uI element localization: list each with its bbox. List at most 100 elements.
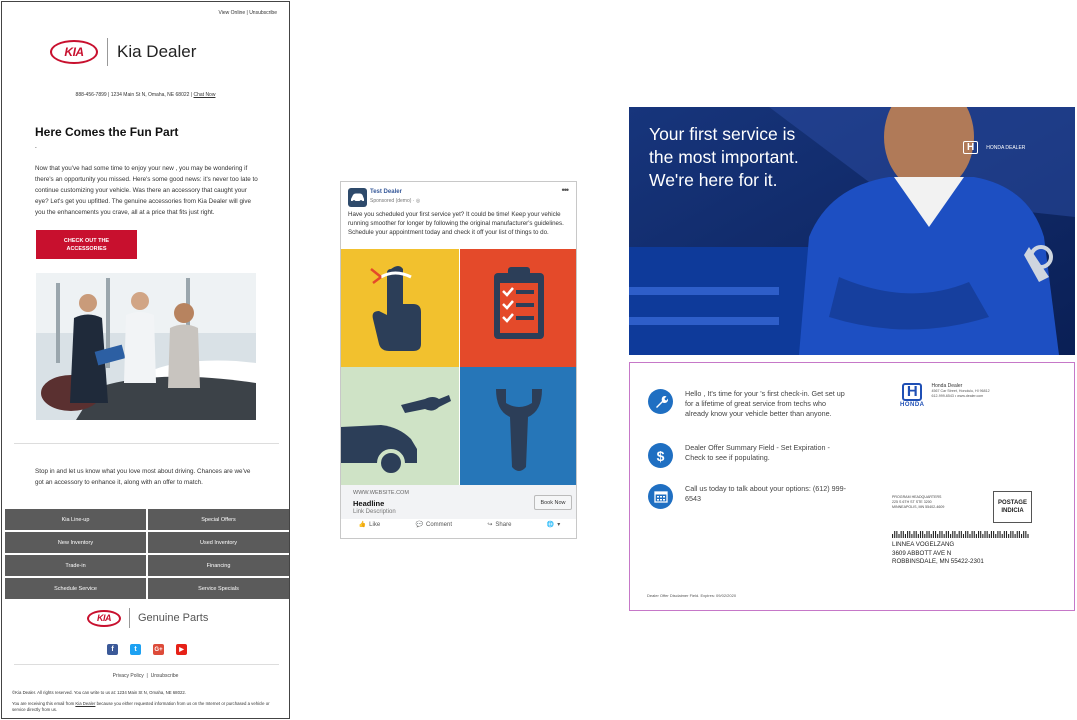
oil-car-tile	[341, 367, 459, 485]
nav-used-inventory[interactable]: Used Inventory	[148, 532, 289, 553]
genuine-parts-label: Genuine Parts	[138, 612, 209, 624]
nav-service-specials[interactable]: Service Specials	[148, 578, 289, 599]
globe-icon: ◎	[415, 198, 421, 204]
email-heading: Here Comes the Fun Part	[35, 125, 179, 139]
email-body-text: Now that you've had some time to enjoy y…	[35, 165, 258, 216]
barcode-bar	[1025, 531, 1027, 538]
ad-image-grid[interactable]	[341, 249, 576, 485]
barcode-bar	[941, 531, 943, 538]
barcode-bar	[904, 534, 906, 538]
barcode-bar	[907, 531, 909, 538]
barcode-bar	[943, 534, 945, 538]
footer-receiving-note: You are receiving this email from Kia De…	[12, 701, 270, 712]
barcode-bar	[1023, 531, 1025, 538]
barcode-bar	[915, 531, 917, 538]
barcode-bar	[892, 534, 894, 538]
barcode-bar	[894, 531, 896, 538]
page-avatar[interactable]	[348, 188, 367, 207]
barcode-bar	[937, 534, 939, 538]
barcode-bar	[1016, 531, 1018, 538]
dealership-photo	[36, 273, 256, 420]
nav-trade-in[interactable]: Trade-in	[5, 555, 146, 576]
link-preview[interactable]: WWW.WEBSITE.COM Headline Link Descriptio…	[341, 485, 576, 519]
book-now-button[interactable]: Book Now	[534, 495, 572, 510]
barcode-bar	[928, 531, 930, 538]
barcode-bar	[1001, 534, 1003, 538]
more-options-icon[interactable]: •••	[562, 185, 570, 195]
honda-h-icon: H	[902, 383, 923, 401]
call-us-text: Call us today to talk about your options…	[685, 484, 847, 503]
share-button[interactable]: ↪ Share	[487, 521, 511, 529]
kia-dealer-logo: KIA Kia Dealer	[50, 37, 196, 67]
barcode-bar	[986, 531, 988, 538]
youtube-icon[interactable]: ▶	[176, 644, 187, 655]
barcode-bar	[997, 531, 999, 538]
checklist-icon	[494, 267, 544, 339]
post-actions: 👍 Like 💬 Comment ↪ Share 🌐 ▾	[341, 521, 576, 529]
honda-h-icon: H	[963, 141, 979, 154]
barcode-bar	[945, 531, 947, 538]
contact-line: 888-456-7899 | 1234 Main St N, Omaha, NE…	[75, 92, 216, 98]
barcode-bar	[902, 531, 904, 538]
kia-dealer-link[interactable]: Kia Dealer	[75, 701, 95, 706]
comment-button[interactable]: 💬 Comment	[415, 521, 453, 529]
nav-financing[interactable]: Financing	[148, 555, 289, 576]
barcode-bar	[973, 531, 975, 538]
barcode-bar	[971, 531, 973, 538]
barcode-bar	[956, 534, 958, 538]
nav-special-offers[interactable]: Special Offers	[148, 509, 289, 530]
barcode-bar	[1027, 534, 1029, 538]
unsubscribe-link[interactable]: Unsubscribe	[151, 673, 179, 679]
nav-kia-lineup[interactable]: Kia Line-up	[5, 509, 146, 530]
barcode-bar	[1008, 534, 1010, 538]
dollar-icon: $	[648, 443, 673, 468]
front-headline: Your first service is the most important…	[649, 124, 799, 190]
barcode-bar	[917, 534, 919, 538]
service-checkin-text: Hello , It's time for your 's first chec…	[685, 389, 845, 418]
dealer-contact: 612-999-6543 • www.dealer.com	[931, 394, 984, 398]
barcode-bar	[950, 534, 952, 538]
privacy-policy-link[interactable]: Privacy Policy	[113, 673, 144, 679]
chat-now-link[interactable]: Chat Now	[194, 92, 216, 98]
view-online-unsubscribe-links[interactable]: View Online | Unsubscribe	[219, 10, 277, 16]
barcode-bar	[898, 534, 900, 538]
check-out-accessories-button[interactable]: CHECK OUT THE ACCESSORIES	[36, 230, 137, 259]
barcode-bar	[965, 531, 967, 538]
barcode-bar	[984, 531, 986, 538]
honda-dealer-logo: H HONDA DEALER	[963, 141, 1025, 154]
dash-text: -	[35, 145, 37, 151]
nav-new-inventory[interactable]: New Inventory	[5, 532, 146, 553]
barcode-bar	[988, 534, 990, 538]
share-icon: ↪	[487, 522, 493, 528]
logo-divider	[107, 38, 108, 66]
barcode-bar	[900, 531, 902, 538]
barcode-bar	[999, 531, 1001, 538]
twitter-icon[interactable]: t	[130, 644, 141, 655]
barcode-bar	[960, 531, 962, 538]
barcode-bar	[911, 534, 913, 538]
globe-icon: 🌐	[546, 522, 555, 528]
wrench-tile	[460, 367, 576, 485]
barcode-bar	[969, 534, 971, 538]
postal-barcode	[892, 531, 1029, 538]
link-description: Link Description	[353, 509, 396, 515]
comment-icon: 💬	[415, 522, 424, 528]
barcode-bar	[980, 531, 982, 538]
barcode-bar	[924, 534, 926, 538]
ad-headline: Headline	[353, 499, 385, 508]
page-name[interactable]: Test Dealer	[370, 189, 402, 195]
barcode-bar	[922, 531, 924, 538]
reaction-selector[interactable]: 🌐 ▾	[547, 521, 561, 528]
barcode-bar	[1005, 531, 1008, 538]
barcode-bar	[930, 534, 932, 538]
checklist-tile	[460, 249, 576, 367]
facebook-icon[interactable]: f	[107, 644, 118, 655]
logo-divider	[129, 608, 130, 628]
nav-schedule-service[interactable]: Schedule Service	[5, 578, 146, 599]
email-nav-grid: Kia Line-up Special Offers New Inventory…	[5, 509, 289, 599]
like-button[interactable]: 👍 Like	[359, 521, 381, 529]
google-plus-icon[interactable]: G+	[153, 644, 164, 655]
kia-logo-icon: KIA	[87, 609, 121, 627]
barcode-bar	[975, 534, 977, 538]
kia-logo-icon: KIA	[50, 40, 98, 64]
